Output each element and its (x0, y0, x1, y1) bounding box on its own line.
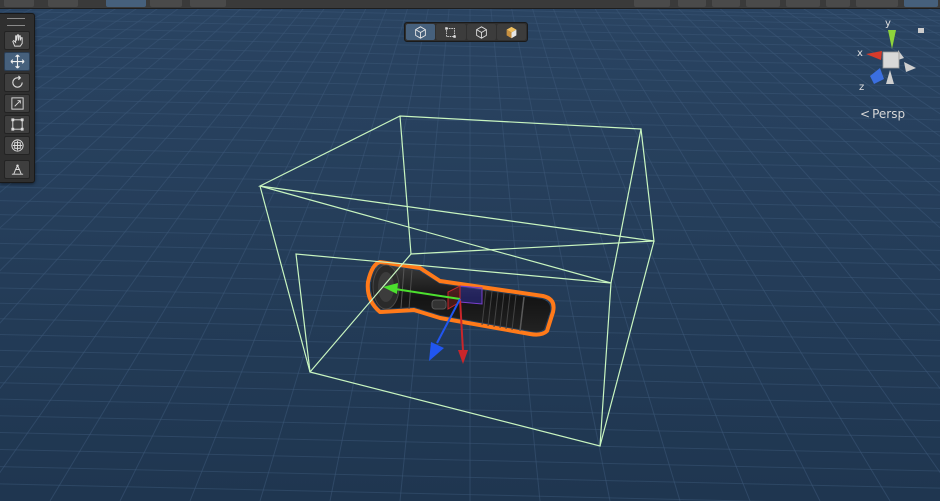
projection-label: Persp (872, 107, 906, 121)
overlay-button[interactable] (634, 0, 670, 7)
draw-mode-button[interactable] (4, 0, 34, 7)
lit-cube-icon (506, 26, 517, 38)
bounds-icon (445, 26, 457, 38)
chevron-left-icon: < (860, 107, 871, 121)
global-button[interactable] (904, 0, 938, 7)
lit-view-button[interactable] (496, 24, 526, 40)
scale-icon (10, 97, 24, 110)
render-mode-button[interactable] (48, 0, 78, 7)
wireframe-view-button[interactable] (406, 24, 436, 40)
transform-tool-button[interactable] (4, 136, 30, 155)
gizmo-y-label: y (885, 18, 891, 29)
pivot-button[interactable] (106, 0, 146, 7)
tools-overlay (0, 13, 35, 183)
rect-tool-button[interactable] (4, 115, 30, 134)
custom-tool-button[interactable] (4, 160, 30, 179)
gizmos-button[interactable] (856, 0, 898, 7)
move-tool-button[interactable] (4, 52, 30, 71)
transform-icon (10, 139, 24, 152)
projection-toggle[interactable]: < Persp (860, 106, 920, 122)
scale-tool-button[interactable] (4, 94, 30, 113)
snap-button[interactable] (150, 0, 182, 7)
gizmo-z-label: z (859, 82, 864, 93)
hand-icon (11, 34, 23, 47)
2d-toggle-button[interactable] (678, 0, 706, 7)
wireframe-cube-icon (415, 25, 426, 39)
overlay-grip[interactable] (7, 18, 25, 26)
gizmo-x-cone[interactable] (866, 51, 882, 60)
gizmo-z-cone[interactable] (870, 68, 884, 84)
gizmo-x-label: x (857, 48, 863, 59)
view-options-bar (404, 22, 528, 42)
gizmo-y-cone[interactable] (888, 30, 896, 49)
lock-icon[interactable] (918, 28, 924, 33)
effects-button[interactable] (786, 0, 820, 7)
rect-tool-icon (10, 118, 24, 131)
orientation-gizmo[interactable]: y x z (852, 14, 932, 104)
shaded-view-button[interactable] (466, 24, 496, 40)
scene-viewport[interactable] (0, 0, 940, 501)
audio-button[interactable] (746, 0, 780, 7)
gizmo-center-cube[interactable] (882, 51, 900, 69)
rotate-tool-button[interactable] (4, 73, 30, 92)
scene-toolbar (0, 0, 940, 9)
bounds-view-button[interactable] (436, 24, 466, 40)
rotate-icon (11, 75, 23, 88)
hand-tool-button[interactable] (4, 31, 30, 50)
shaded-cube-icon (475, 25, 487, 39)
move-icon (10, 54, 24, 69)
camera-button[interactable] (826, 0, 850, 7)
lighting-button[interactable] (712, 0, 740, 7)
grid-snap-button[interactable] (190, 0, 226, 7)
custom-editor-tool-icon (11, 164, 23, 175)
